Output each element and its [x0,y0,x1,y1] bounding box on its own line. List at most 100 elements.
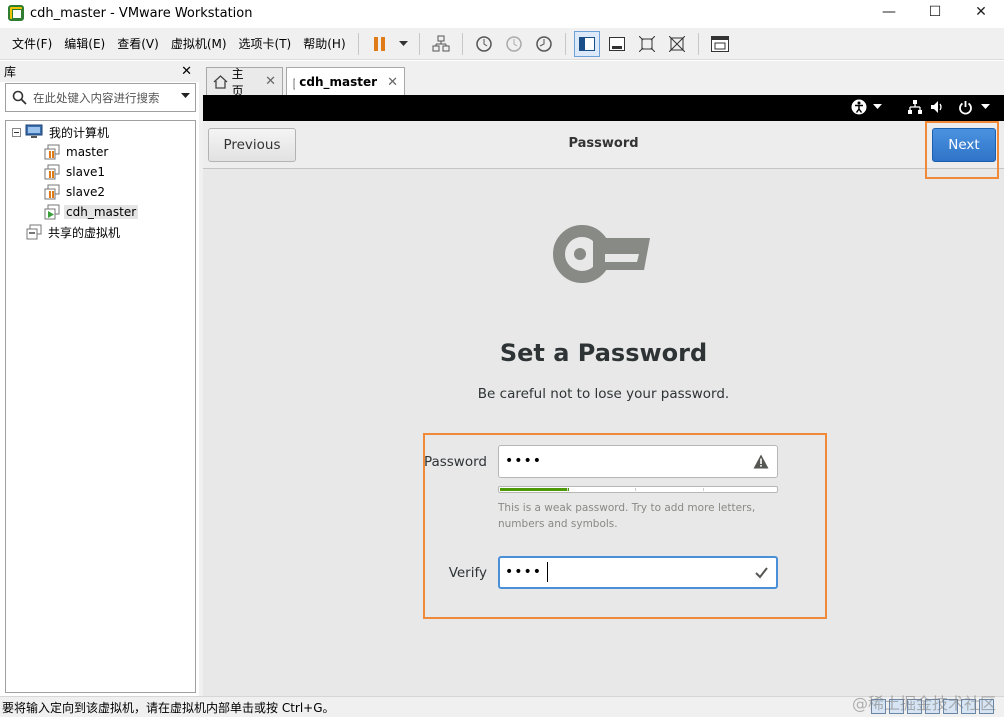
chevron-down-icon [981,104,990,109]
vm-running-icon [44,204,60,220]
accessibility-icon [851,99,867,115]
menu-toolbar: 文件(F) 编辑(E) 查看(V) 虚拟机(M) 选项卡(T) 帮助(H) [0,28,1004,60]
volume-icon [931,101,942,113]
chevron-down-icon[interactable] [181,93,190,99]
strength-fill [500,488,569,491]
snapshot-icon [475,35,492,52]
computer-icon [25,124,43,138]
password-hint: This is a weak password. Try to add more… [498,502,756,530]
tree-item-label: slave1 [66,165,106,179]
status-text: 要将输入定向到该虚拟机，请在虚拟机内部单击或按 Ctrl+G。 [2,700,335,715]
network-status[interactable] [908,100,922,114]
collapse-icon[interactable] [12,127,21,137]
tab-home[interactable]: 主页 ✕ [206,67,283,98]
window-title: cdh_master - VMware Workstation [30,5,253,21]
revert-snapshot-button[interactable] [501,31,527,57]
volume-status[interactable] [930,100,944,114]
strength-divider [635,488,636,491]
tree-item-label: 我的计算机 [49,125,110,140]
menu-edit[interactable]: 编辑(E) [58,32,111,56]
vm-icon [44,164,60,180]
close-library-icon[interactable]: ✕ [181,64,192,79]
tree-item-vm-selected[interactable]: cdh_master [44,203,139,221]
setup-header-bar: Previous Password Next [203,121,1004,169]
gnome-status-area[interactable] [839,99,990,115]
snapshot-manager-button[interactable] [531,31,557,57]
gnome-top-bar [203,95,1004,121]
tree-item-label: 共享的虚拟机 [48,225,121,240]
home-icon [213,74,228,89]
tree-item-label: slave2 [66,185,106,199]
close-tab-icon[interactable]: ✕ [265,74,276,89]
menu-file[interactable]: 文件(F) [6,32,58,56]
thumbnail-icon [608,36,625,51]
toolbar-separator [418,32,420,55]
password-input[interactable] [505,450,735,472]
tree-item-shared-vms[interactable]: 共享的虚拟机 [26,223,122,241]
password-field[interactable] [498,445,778,478]
warning-icon [753,454,769,469]
maximize-icon: ☐ [928,4,942,20]
vmware-app-icon [8,5,24,21]
library-search-input[interactable] [33,90,173,105]
full-screen-button[interactable] [634,31,660,57]
take-snapshot-button[interactable] [471,31,497,57]
page-title: Password [568,136,639,151]
chevron-down-icon [399,40,409,46]
toolbar-separator [357,32,359,55]
show-library-button[interactable] [573,30,600,57]
minimize-icon: — [882,4,896,20]
password-strength-meter [498,486,778,493]
thumbnail-view-button[interactable] [604,31,630,57]
vm-icon [44,184,60,200]
power-menu[interactable] [958,100,990,115]
close-window-button[interactable]: ✕ [958,0,1004,24]
window-controls: — ☐ ✕ [866,0,1004,26]
strength-divider [567,488,568,491]
accessibility-menu[interactable] [851,99,882,115]
vm-console[interactable]: Previous Password Next Set a Password Be… [203,95,1004,696]
checkmark-icon [755,567,768,579]
console-view-icon [710,35,729,52]
library-search [5,83,196,112]
toolbar-separator [564,32,566,55]
tree-item-vm[interactable]: slave2 [44,183,107,201]
menu-vm[interactable]: 虚拟机(M) [165,32,233,56]
maximize-button[interactable]: ☐ [912,0,958,24]
minimize-button[interactable]: — [866,0,912,24]
vm-running-icon [293,78,296,90]
revert-snapshot-icon [505,35,522,52]
library-title: 库 [4,65,17,79]
verify-label: Verify [448,565,487,581]
text-caret [547,562,548,582]
tree-item-label: cdh_master [64,205,139,219]
search-icon [12,90,27,105]
send-ctrl-alt-del-button[interactable] [428,31,454,57]
tab-cdh-master[interactable]: cdh_master ✕ [286,67,405,96]
unity-button[interactable] [664,31,690,57]
tree-item-my-computer[interactable]: 我的计算机 [12,123,111,141]
pause-button[interactable] [367,31,393,57]
power-dropdown-button[interactable] [397,31,411,57]
network-icon [432,35,450,51]
setup-subheading: Be careful not to lose your password. [477,386,730,402]
wired-network-icon [908,100,922,114]
menu-help[interactable]: 帮助(H) [297,32,351,56]
password-label: Password [423,454,487,470]
close-icon: ✕ [975,4,987,20]
menu-view[interactable]: 查看(V) [111,32,165,56]
verify-input[interactable] [505,561,735,583]
tree-item-vm[interactable]: slave1 [44,163,107,181]
menu-tabs[interactable]: 选项卡(T) [233,32,298,56]
vm-icon [44,144,60,160]
chevron-down-icon [873,104,882,109]
library-view-icon [578,36,595,51]
tree-item-vm[interactable]: master [44,143,110,161]
strength-divider [703,488,704,491]
next-button-highlight [925,121,999,179]
key-icon [553,225,650,283]
close-tab-icon[interactable]: ✕ [387,75,398,90]
verify-field[interactable] [498,556,778,589]
power-icon [959,100,972,114]
console-view-button[interactable] [707,31,733,57]
